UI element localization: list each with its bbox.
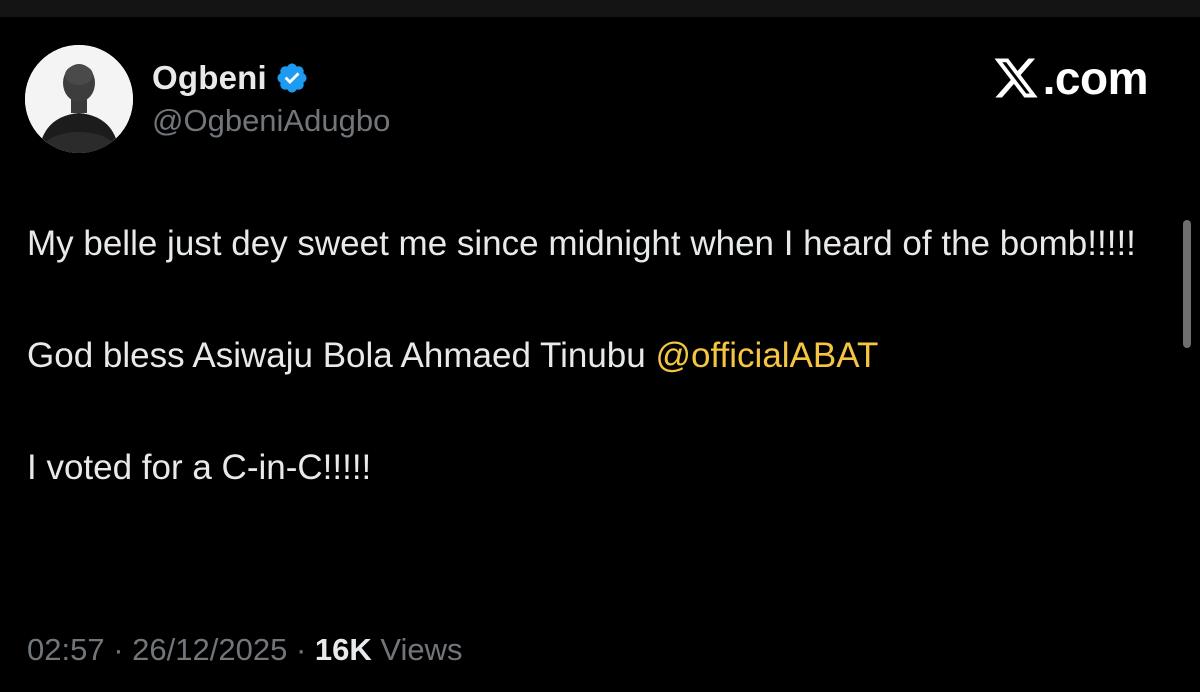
- scrollbar-thumb[interactable]: [1183, 220, 1191, 348]
- verified-badge-icon: [275, 61, 309, 95]
- tweet-meta: 02:57 · 26/12/2025 · 16K Views: [27, 632, 463, 668]
- views-label: Views: [380, 632, 463, 667]
- tweet-time[interactable]: 02:57: [27, 632, 105, 667]
- author-handle[interactable]: @OgbeniAdugbo: [152, 103, 390, 139]
- tweet-date[interactable]: 26/12/2025: [132, 632, 287, 667]
- profile-photo: [25, 45, 133, 153]
- author-name-row[interactable]: Ogbeni: [152, 58, 309, 98]
- x-logo-icon: [991, 54, 1041, 102]
- views-count[interactable]: 16K: [315, 632, 372, 667]
- brand-watermark: .com: [991, 50, 1149, 106]
- mention-link[interactable]: @officialABAT: [655, 336, 878, 375]
- meta-separator: ·: [113, 632, 124, 667]
- avatar[interactable]: [25, 45, 133, 153]
- display-name[interactable]: Ogbeni: [152, 59, 267, 97]
- top-strip: [0, 0, 1200, 17]
- tweet-paragraph-1: My belle just dey sweet me since midnigh…: [27, 224, 1136, 263]
- tweet-text: My belle just dey sweet me since midnigh…: [27, 216, 1157, 496]
- tweet-paragraph-2-text: God bless Asiwaju Bola Ahmaed Tinubu: [27, 336, 656, 375]
- tweet-paragraph-2: God bless Asiwaju Bola Ahmaed Tinubu @of…: [27, 328, 1157, 384]
- tweet-paragraph-3: I voted for a C-in-C!!!!!: [27, 448, 372, 487]
- meta-separator-2: ·: [295, 632, 307, 667]
- brand-domain-text: .com: [1042, 52, 1149, 104]
